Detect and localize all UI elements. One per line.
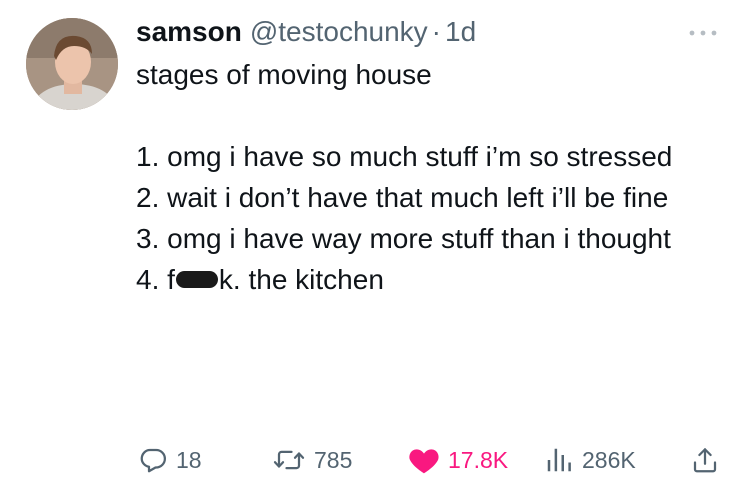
censor-bar [175, 271, 218, 289]
timestamp[interactable]: 1d [445, 16, 476, 48]
retweet-icon [273, 450, 305, 470]
retweet-button[interactable]: 785 [272, 438, 352, 482]
views-button[interactable]: 286K [544, 438, 636, 482]
stage-3: 3. omg i have way more stuff than i thou… [136, 223, 671, 254]
author-handle[interactable]: @testochunky [250, 16, 428, 48]
stage-4: 4. f k. the kitchen [136, 259, 726, 300]
views-count: 286K [582, 446, 636, 473]
tweet-header: samson @testochunky · 1d [136, 12, 476, 52]
author-name[interactable]: samson [136, 16, 242, 48]
tweet-card: samson @testochunky · 1d stages of movin… [0, 0, 750, 481]
stage-4-end: k. the kitchen [218, 264, 384, 295]
stage-1: 1. omg i have so much stuff i’m so stres… [136, 141, 673, 172]
avatar[interactable] [26, 18, 118, 110]
retweet-count: 785 [314, 446, 353, 473]
action-bar: 18 785 17.8K 286K [0, 438, 750, 482]
reply-icon [140, 448, 166, 473]
views-icon [547, 448, 571, 472]
share-icon [693, 448, 717, 473]
reply-count: 18 [176, 446, 202, 473]
more-button[interactable] [678, 18, 728, 48]
heart-icon [409, 449, 439, 474]
like-count: 17.8K [448, 446, 509, 473]
separator-dot: · [431, 16, 441, 47]
avatar-image [26, 18, 118, 110]
more-icon [689, 30, 717, 36]
stage-2: 2. wait i don’t have that much left i’ll… [136, 182, 669, 213]
tweet-title: stages of moving house [136, 59, 432, 90]
like-button[interactable]: 17.8K [408, 438, 508, 482]
tweet-text: stages of moving house 1. omg i have so … [136, 54, 726, 300]
share-button[interactable] [690, 438, 720, 482]
reply-button[interactable]: 18 [138, 438, 202, 482]
stage-4-start: 4. f [136, 264, 175, 295]
